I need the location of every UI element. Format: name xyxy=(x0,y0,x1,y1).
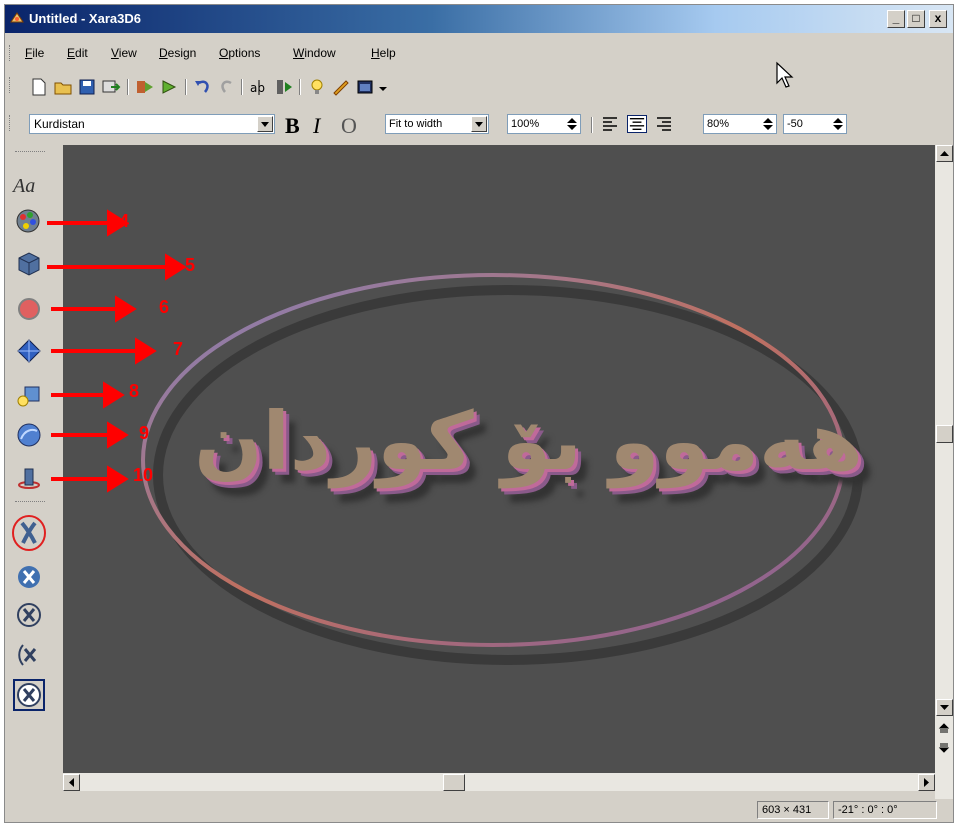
annotation-label-7: 7 xyxy=(173,339,184,359)
annotation-arrowhead-8 xyxy=(103,381,125,409)
annotation-arrowhead-5 xyxy=(165,253,187,281)
annotation-label-4: 4 xyxy=(119,211,130,231)
annotation-label-8: 8 xyxy=(129,381,140,401)
annotation-arrowhead-6 xyxy=(115,295,137,323)
annotation-arrowhead-7 xyxy=(135,337,157,365)
annotation-layer xyxy=(47,209,187,493)
annotation-arrowhead-9 xyxy=(107,421,129,449)
annotation-label-10: 10 xyxy=(133,465,154,485)
app-window: Untitled - Xara3D6 _ □ x File Edit View … xyxy=(4,4,954,823)
annotation-arrowhead-10 xyxy=(107,465,129,493)
annotation-label-6: 6 xyxy=(159,297,170,317)
annotation-label-9: 9 xyxy=(139,423,150,443)
annotation-label-5: 5 xyxy=(185,255,196,275)
